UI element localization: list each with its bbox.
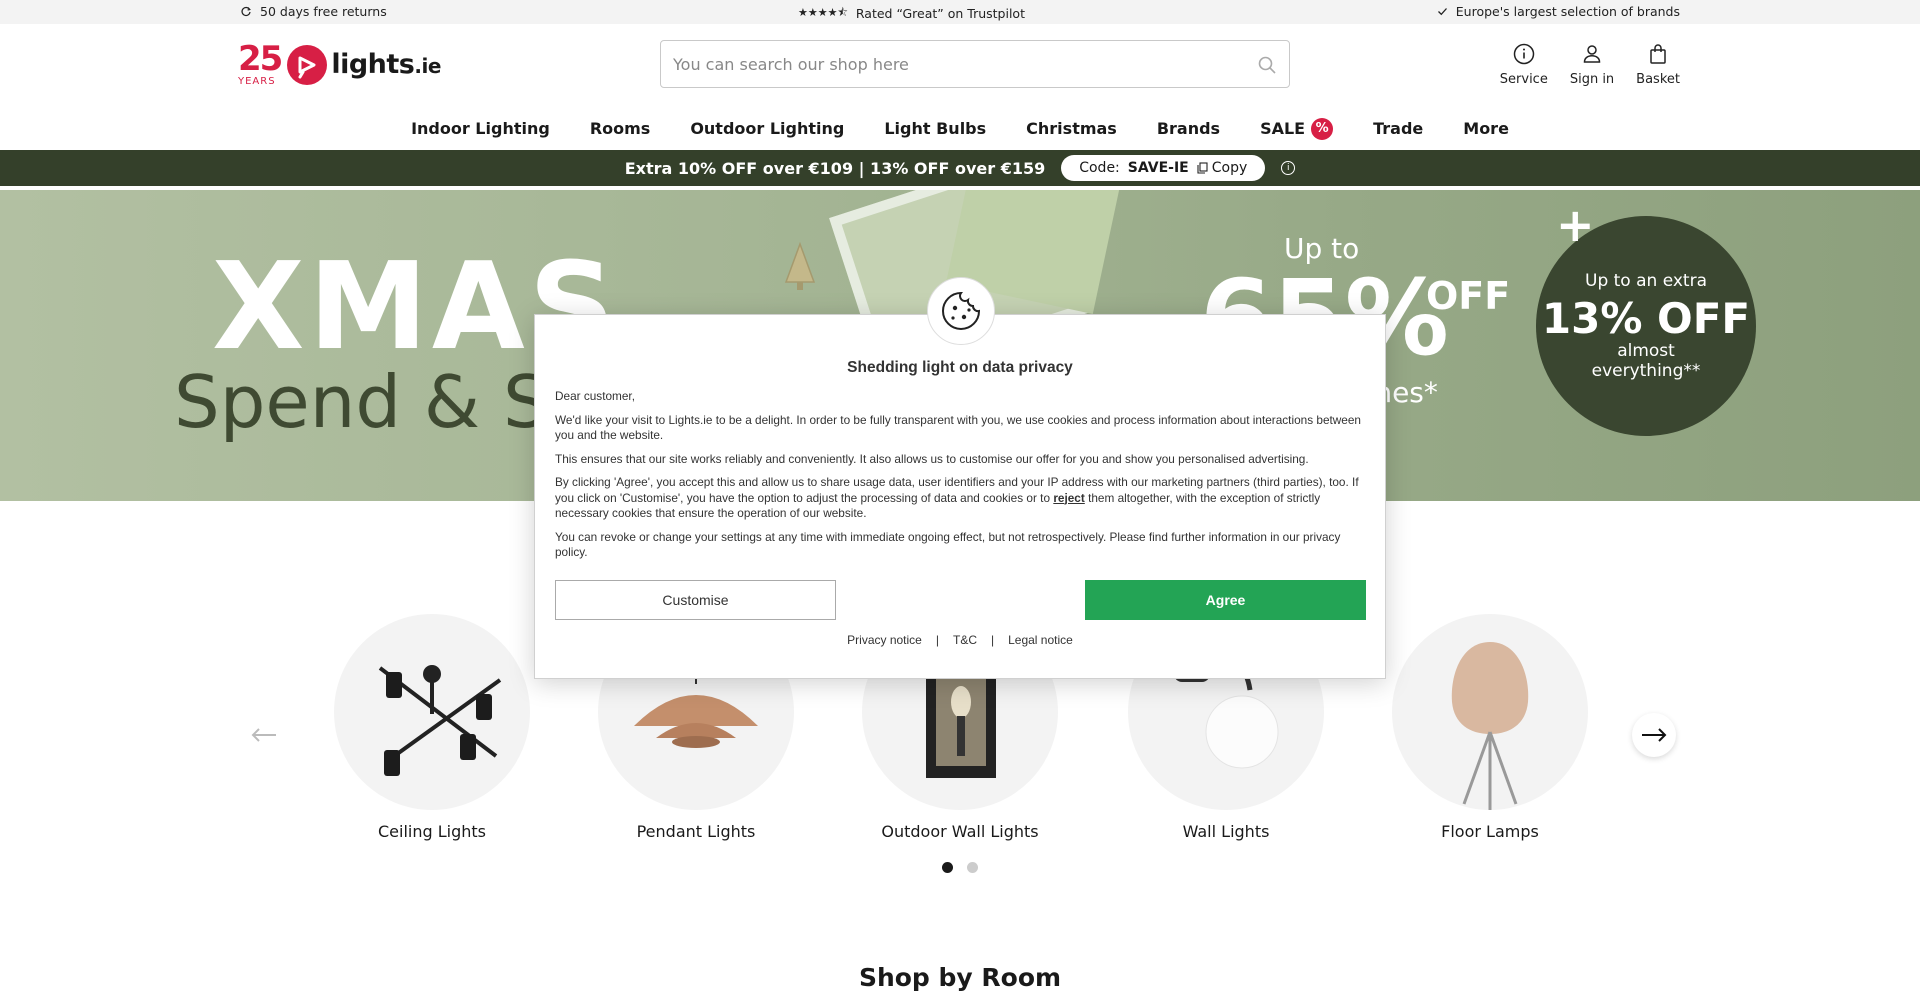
- extra-discount-badge: + Up to an extra 13% OFF almost everythi…: [1536, 198, 1756, 436]
- badge-line-4: everything**: [1591, 361, 1701, 382]
- nav-sale[interactable]: SALE %: [1240, 108, 1353, 150]
- header-actions: Service Sign in Basket: [1500, 42, 1680, 87]
- free-returns-text: 50 days free returns: [260, 4, 387, 19]
- page: 50 days free returns ★★★★⯪ Rated “Great”…: [0, 0, 1920, 993]
- promo-banner: Extra 10% OFF over €109 | 13% OFF over €…: [0, 150, 1920, 186]
- service-label: Service: [1499, 72, 1548, 87]
- cookie-dialog-title: Shedding light on data privacy: [847, 359, 1073, 376]
- logo-name: lights: [331, 49, 415, 80]
- hero-spend-text: Spend & Sa: [174, 360, 593, 444]
- promo-code-label: Code:: [1079, 160, 1120, 176]
- service-button[interactable]: Service: [1500, 42, 1548, 87]
- carousel-dot-2[interactable]: [967, 862, 978, 873]
- anniversary-number: 25: [238, 39, 283, 79]
- sign-in-label: Sign in: [1569, 72, 1615, 87]
- logo-mark-icon: [287, 44, 328, 85]
- category-label: Wall Lights: [1182, 822, 1270, 841]
- carousel-next-button[interactable]: [1632, 713, 1676, 757]
- cookie-paragraph-1: We'd like your visit to Lights.ie to be …: [555, 412, 1361, 443]
- basket-label: Basket: [1636, 72, 1680, 87]
- sale-percent-icon: %: [1311, 118, 1334, 140]
- carousel-dot-1[interactable]: [942, 862, 953, 873]
- free-returns-info: 50 days free returns: [240, 4, 387, 19]
- cookie-dialog-body: Dear customer, We'd like your visit to L…: [555, 389, 1367, 569]
- nav-indoor-lighting[interactable]: Indoor Lighting: [391, 108, 570, 150]
- info-icon: [1513, 43, 1535, 65]
- nav-rooms[interactable]: Rooms: [570, 108, 671, 150]
- logo-tld: .ie: [414, 54, 441, 78]
- site-header: 25 YEARS lights.ie Service Sign in: [0, 24, 1920, 108]
- promo-code-pill: Code: SAVE-IE Copy: [1061, 155, 1266, 181]
- main-navigation: Indoor Lighting Rooms Outdoor Lighting L…: [0, 108, 1920, 150]
- basket-icon: [1650, 44, 1666, 64]
- category-label: Floor Lamps: [1441, 822, 1539, 841]
- nav-trade[interactable]: Trade: [1353, 108, 1443, 150]
- copy-code-button[interactable]: Copy: [1197, 160, 1248, 176]
- trustpilot-rating[interactable]: ★★★★⯪ Rated “Great” on Trustpilot: [798, 4, 1025, 23]
- category-label: Pendant Lights: [636, 822, 756, 841]
- brand-selection-text: Europe's largest selection of brands: [1455, 4, 1680, 19]
- cookie-dialog-links: Privacy notice | T&C | Legal notice: [535, 633, 1385, 647]
- nav-christmas[interactable]: Christmas: [1006, 108, 1137, 150]
- reject-link[interactable]: reject: [1053, 491, 1084, 505]
- shop-by-room-heading: Shop by Room: [858, 963, 1062, 992]
- badge-plus: +: [1556, 198, 1595, 252]
- privacy-notice-link[interactable]: Privacy notice: [847, 633, 922, 647]
- promo-text: Extra 10% OFF over €109 | 13% OFF over €…: [624, 158, 1046, 178]
- top-info-bar: 50 days free returns ★★★★⯪ Rated “Great”…: [0, 0, 1920, 24]
- search-input[interactable]: [661, 41, 1221, 87]
- hero-off-text: OFF: [1426, 274, 1511, 318]
- cookie-paragraph-3: By clicking 'Agree', you accept this and…: [555, 475, 1367, 522]
- nav-more[interactable]: More: [1443, 108, 1529, 150]
- anniversary-label: YEARS: [238, 76, 276, 87]
- customise-button[interactable]: Customise: [555, 580, 836, 620]
- cookie-paragraph-2: This ensures that our site works reliabl…: [555, 451, 1309, 466]
- nav-brands[interactable]: Brands: [1137, 108, 1240, 150]
- legal-notice-link[interactable]: Legal notice: [1008, 633, 1073, 647]
- floor-lamps-image: [1392, 614, 1588, 810]
- copy-icon: [1197, 162, 1208, 174]
- badge-line-3: almost: [1617, 340, 1675, 361]
- cookie-consent-dialog: Shedding light on data privacy Dear cust…: [534, 277, 1386, 679]
- promo-code-value: SAVE-IE: [1127, 160, 1189, 176]
- returns-icon: [241, 6, 251, 16]
- nav-outdoor-lighting[interactable]: Outdoor Lighting: [670, 108, 864, 150]
- search-icon[interactable]: [1257, 55, 1277, 75]
- carousel-pagination: [942, 862, 978, 873]
- terms-link[interactable]: T&C: [953, 633, 977, 647]
- arrow-right-icon: [1642, 728, 1667, 742]
- site-logo[interactable]: 25 YEARS lights.ie: [238, 42, 441, 87]
- category-ceiling-lights[interactable]: Ceiling Lights: [334, 614, 530, 841]
- cookie-greeting: Dear customer,: [555, 389, 635, 403]
- cookie-icon: [927, 277, 995, 345]
- link-separator: |: [990, 633, 995, 647]
- user-icon: [1583, 45, 1601, 63]
- logo-wordmark: lights.ie: [331, 49, 441, 80]
- copy-label: Copy: [1211, 160, 1248, 176]
- rating-stars-icon: ★★★★⯪: [798, 6, 848, 19]
- tree-ornament-icon: [784, 242, 816, 290]
- arrow-left-icon: [251, 728, 276, 742]
- category-floor-lamps[interactable]: Floor Lamps: [1392, 614, 1588, 841]
- link-separator: |: [935, 633, 939, 647]
- anniversary-badge: 25 YEARS: [238, 39, 283, 87]
- checkmark-icon: [1437, 8, 1447, 16]
- nav-sale-label: SALE: [1260, 119, 1306, 138]
- cookie-paragraph-4: You can revoke or change your settings a…: [555, 529, 1341, 560]
- agree-button[interactable]: Agree: [1085, 580, 1366, 620]
- promo-info-icon[interactable]: i: [1281, 161, 1296, 175]
- badge-line-1: Up to an extra: [1585, 270, 1707, 291]
- carousel-prev-button[interactable]: [242, 713, 286, 757]
- category-label: Ceiling Lights: [378, 822, 486, 841]
- rating-text: Rated “Great” on Trustpilot: [855, 6, 1025, 21]
- basket-button[interactable]: Basket: [1636, 42, 1680, 87]
- nav-light-bulbs[interactable]: Light Bulbs: [864, 108, 1006, 150]
- brand-selection-info: Europe's largest selection of brands: [1437, 4, 1680, 19]
- ceiling-lights-image: [334, 614, 530, 810]
- category-label: Outdoor Wall Lights: [881, 822, 1039, 841]
- badge-line-2: 13% OFF: [1541, 293, 1751, 343]
- search-box: [660, 40, 1290, 88]
- sign-in-button[interactable]: Sign in: [1570, 42, 1614, 87]
